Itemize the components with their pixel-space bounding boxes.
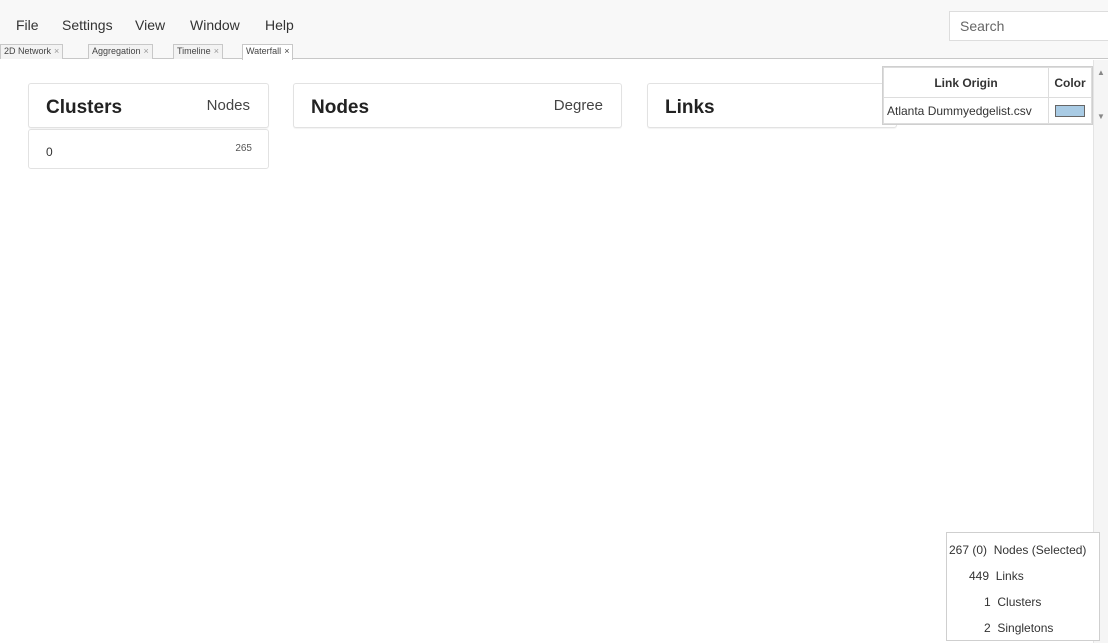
close-icon[interactable]: × <box>214 46 219 56</box>
tab-strip: 2D Network × Aggregation × Timeline × Water… <box>0 44 1108 99</box>
tab-waterfall[interactable]: Waterfall × <box>242 44 294 60</box>
network-stats-panel: 267 (0) Nodes (Selected) 449 Links 1 Clu… <box>946 532 1100 641</box>
color-swatch[interactable] <box>1055 105 1085 118</box>
legend-color-header: Color <box>1048 67 1092 98</box>
legend-table: Link Origin Color Atlanta Dummyedgelist.… <box>883 67 1092 124</box>
cluster-name: 0 <box>46 145 53 159</box>
stat-singletons-count: 2 <box>984 621 991 635</box>
stat-nodes-label: Nodes (Selected) <box>993 543 1087 557</box>
nodes-degree-column[interactable]: Degree <box>554 97 603 114</box>
links-title: Links <box>665 97 715 118</box>
tab-label: Timeline <box>177 46 211 56</box>
menu-window[interactable]: Window <box>190 17 240 33</box>
stat-links-label: Links <box>995 569 1024 583</box>
tab-label: Aggregation <box>92 46 141 56</box>
close-icon[interactable]: × <box>54 46 59 56</box>
nodes-panel-header: Nodes Degree <box>293 83 622 128</box>
stat-clusters-count: 1 <box>984 595 991 609</box>
clusters-panel-header: Clusters Nodes <box>28 83 269 128</box>
stat-clusters-label: Clusters <box>997 595 1042 609</box>
clusters-nodes-column[interactable]: Nodes <box>207 97 250 114</box>
close-icon[interactable]: × <box>144 46 149 56</box>
menu-bar: File Settings View Window Help <box>0 0 1108 44</box>
legend-origin-name: Atlanta Dummyedgelist.csv <box>883 97 1049 124</box>
nodes-title: Nodes <box>311 97 370 118</box>
scroll-up-icon[interactable]: ▲ <box>1097 68 1105 77</box>
stat-links-count: 449 <box>969 569 990 583</box>
scroll-down-icon[interactable]: ▼ <box>1097 112 1105 121</box>
menu-view[interactable]: View <box>135 17 165 33</box>
stat-clusters: 1 Clusters <box>984 595 1041 610</box>
links-panel-header: Links <box>647 83 897 128</box>
clusters-title: Clusters <box>46 97 123 118</box>
menu-file[interactable]: File <box>16 17 39 33</box>
menu-settings[interactable]: Settings <box>62 17 113 33</box>
link-origin-legend: Link Origin Color Atlanta Dummyedgelist.… <box>882 66 1093 125</box>
stat-links: 449 Links <box>969 569 1024 584</box>
stat-singletons: 2 Singletons <box>984 621 1053 636</box>
stat-nodes: 267 (0) Nodes (Selected) <box>949 543 1086 558</box>
stat-nodes-count: 267 (0) <box>949 543 988 557</box>
tab-aggregation[interactable]: Aggregation × <box>88 44 153 59</box>
tab-label: Waterfall <box>246 46 282 56</box>
legend-color-cell <box>1048 97 1092 124</box>
stat-singletons-label: Singletons <box>997 621 1054 635</box>
cluster-node-count: 265 <box>235 143 252 154</box>
close-icon[interactable]: × <box>284 46 289 56</box>
search-input[interactable] <box>949 11 1108 41</box>
legend-origin-header: Link Origin <box>883 67 1049 98</box>
tab-2d-network[interactable]: 2D Network × <box>0 44 64 59</box>
cluster-row[interactable]: 0 265 <box>28 129 269 169</box>
tab-timeline[interactable]: Timeline × <box>173 44 223 59</box>
menu-help[interactable]: Help <box>265 17 294 33</box>
tab-label: 2D Network <box>4 46 52 56</box>
